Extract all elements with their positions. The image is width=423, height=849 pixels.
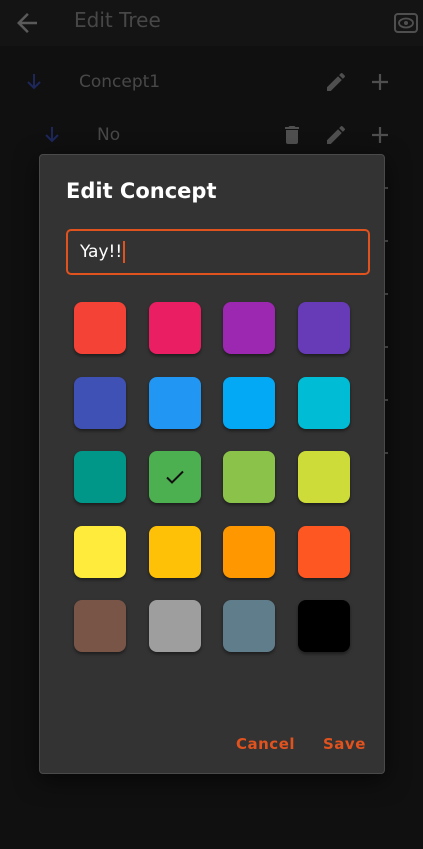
color-swatch[interactable] [297, 525, 350, 578]
color-swatch[interactable] [148, 376, 201, 429]
color-swatch[interactable] [148, 302, 201, 354]
dialog-title: Edit Concept [66, 179, 217, 203]
color-swatch[interactable] [223, 525, 275, 578]
color-swatch[interactable] [223, 451, 275, 503]
save-button[interactable]: Save [323, 735, 366, 753]
color-swatch[interactable] [74, 525, 126, 578]
check-icon [165, 470, 184, 484]
concept-name-input[interactable]: Yay!! [66, 229, 370, 275]
color-swatch[interactable] [223, 302, 275, 354]
color-swatch[interactable] [74, 376, 126, 429]
text-cursor [123, 241, 126, 263]
cancel-button[interactable]: Cancel [236, 735, 295, 753]
color-swatch[interactable] [148, 600, 201, 652]
color-swatch[interactable] [74, 600, 126, 652]
edit-concept-dialog: Edit Concept Yay!! Cancel Save [39, 154, 385, 774]
color-swatch[interactable] [74, 451, 126, 503]
color-swatch[interactable] [148, 525, 201, 578]
color-swatch[interactable] [148, 451, 201, 503]
concept-name-value: Yay!! [80, 242, 123, 262]
color-swatch[interactable] [297, 376, 350, 429]
color-swatch[interactable] [223, 600, 275, 652]
color-swatch[interactable] [74, 302, 126, 354]
color-swatch[interactable] [297, 302, 350, 354]
color-swatch[interactable] [223, 376, 275, 429]
color-swatch[interactable] [297, 600, 350, 652]
color-swatch[interactable] [297, 451, 350, 503]
